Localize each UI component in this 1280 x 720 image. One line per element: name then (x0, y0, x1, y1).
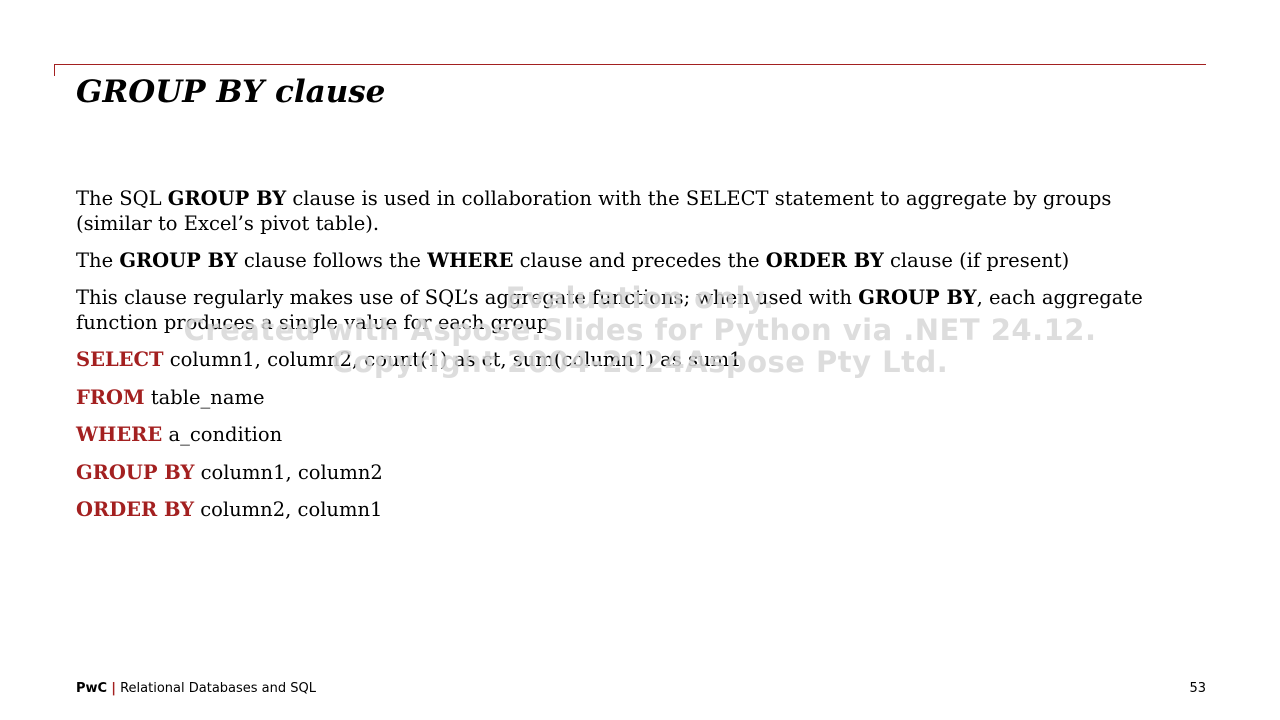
paragraph-text: clause follows the (237, 249, 428, 272)
keyword-group-by: GROUP BY (119, 249, 238, 272)
sql-text: a_condition (162, 423, 283, 446)
paragraph-text: The SQL (76, 187, 168, 210)
keyword-group-by: GROUP BY (167, 187, 287, 210)
sql-keyword: FROM (76, 385, 145, 409)
paragraph-text: clause (if present) (883, 249, 1070, 272)
keyword-group-by: GROUP BY (858, 286, 977, 309)
slide-footer: PwC | Relational Databases and SQL (76, 681, 316, 697)
footer-text: Relational Databases and SQL (120, 681, 316, 696)
paragraph-1: The SQL GROUP BY clause is used in colla… (76, 186, 1166, 236)
keyword-where: WHERE (427, 249, 514, 272)
sql-line-from: FROM table_name (76, 385, 1166, 410)
top-rule (54, 64, 1206, 65)
top-rule-tick (54, 64, 55, 76)
paragraph-text: This clause regularly makes use of SQL’s… (76, 286, 859, 309)
keyword-order-by: ORDER BY (765, 249, 884, 272)
paragraph-3: This clause regularly makes use of SQL’s… (76, 285, 1166, 335)
sql-line-where: WHERE a_condition (76, 422, 1166, 447)
sql-line-order-by: ORDER BY column2, column1 (76, 497, 1166, 522)
sql-keyword: GROUP BY (76, 460, 195, 484)
sql-text: column2, column1 (194, 498, 383, 521)
footer-separator: | (111, 681, 116, 696)
sql-text: column1, column2 (194, 460, 383, 484)
sql-line-group-by: GROUP BY column1, column2 (76, 460, 1166, 485)
paragraph-text: The (76, 249, 120, 272)
paragraph-text: clause and precedes the (513, 249, 766, 272)
sql-keyword: SELECT (76, 348, 164, 371)
sql-text: column1, column2, count(1) as ct, sum(co… (163, 348, 742, 371)
sql-keyword: WHERE (76, 423, 163, 446)
sql-line-select: SELECT column1, column2, count(1) as ct,… (76, 347, 1166, 372)
slide-title: GROUP BY clause (76, 74, 386, 110)
paragraph-2: The GROUP BY clause follows the WHERE cl… (76, 248, 1166, 273)
sql-keyword: ORDER BY (76, 498, 195, 521)
slide-body: The SQL GROUP BY clause is used in colla… (76, 186, 1166, 535)
sql-text: table_name (144, 385, 265, 409)
footer-brand: PwC (76, 681, 108, 696)
page-number: 53 (1189, 681, 1206, 696)
